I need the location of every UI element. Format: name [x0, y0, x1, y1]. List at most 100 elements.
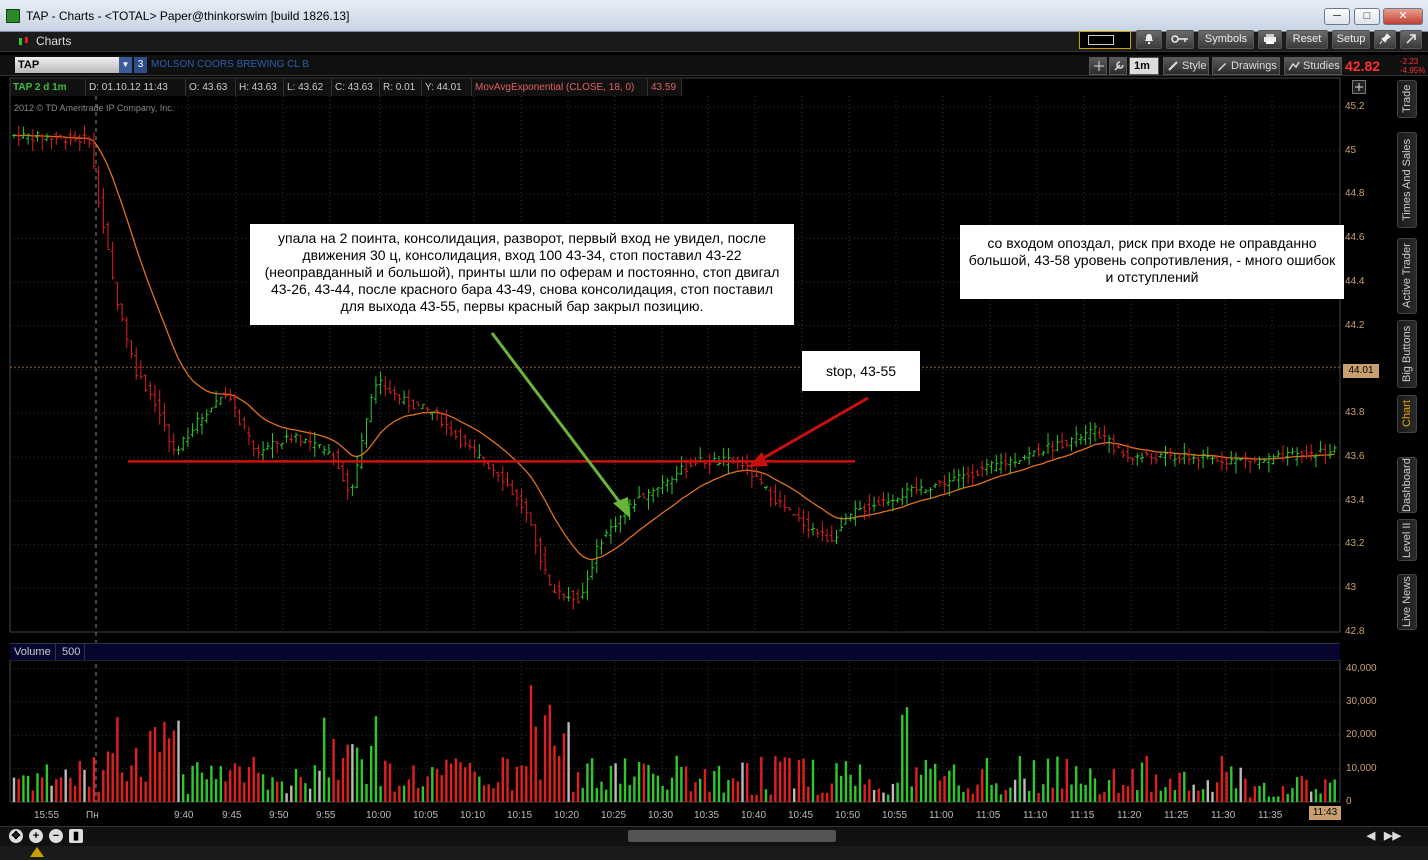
volume-bar: [666, 789, 669, 802]
reset-button[interactable]: Reset: [1286, 30, 1328, 49]
volume-bar: [741, 762, 744, 802]
side-tab-live-news[interactable]: Live News: [1397, 574, 1417, 630]
chart-id-label[interactable]: TAP 2 d 1m: [10, 79, 86, 96]
volume-bar: [830, 783, 833, 802]
volume-bar: [539, 779, 542, 802]
volume-bar: [459, 762, 462, 802]
volume-bar: [1324, 779, 1327, 802]
symbol-input[interactable]: TAP: [15, 57, 119, 73]
time-axis-label: 11:35: [1258, 810, 1283, 821]
volume-bar: [590, 758, 594, 802]
wrench-button[interactable]: [1109, 57, 1127, 75]
volume-bar: [722, 792, 725, 802]
volume-bar: [1230, 766, 1233, 802]
minimize-button[interactable]: ─: [1324, 8, 1350, 25]
drawings-menu[interactable]: Drawings: [1212, 57, 1280, 75]
volume-bar: [135, 747, 138, 802]
close-button[interactable]: ✕: [1383, 8, 1423, 25]
volume-bar: [280, 781, 284, 802]
volume-bar: [1234, 788, 1238, 802]
copyright-text: 2012 © TD Ameritrade IP Company, Inc.: [14, 103, 175, 113]
zoom-in-button[interactable]: +: [29, 829, 43, 843]
volume-bar: [1192, 784, 1195, 802]
drawing-tool-button[interactable]: [1089, 57, 1107, 75]
side-tab-big-buttons[interactable]: Big Buttons: [1397, 320, 1417, 388]
volume-bar: [934, 763, 937, 802]
study-label[interactable]: MovAvgExponential (CLOSE, 18, 0): [472, 79, 648, 96]
volume-bar: [219, 766, 222, 802]
studies-menu[interactable]: Studies: [1284, 57, 1342, 75]
trade-note-right[interactable]: со входом опоздал, риск при входе не опр…: [960, 225, 1344, 299]
volume-bar: [22, 775, 25, 802]
scroll-left-button[interactable]: ◀: [1364, 829, 1378, 843]
price-axis-label: 45: [1345, 144, 1357, 156]
volume-bar: [1258, 785, 1261, 802]
company-name: MOLSON COORS BREWING CL B: [151, 59, 309, 70]
price-chart[interactable]: [0, 0, 1428, 860]
volume-bar: [929, 768, 932, 802]
scroll-right-button[interactable]: ▶▶: [1384, 829, 1401, 843]
volume-bar: [412, 765, 415, 802]
pin-button[interactable]: [1374, 30, 1396, 49]
pan-button[interactable]: ✥: [9, 829, 23, 843]
volume-bar: [177, 720, 180, 802]
print-button[interactable]: [1258, 30, 1282, 49]
key-button[interactable]: [1166, 30, 1194, 49]
volume-bar: [402, 785, 406, 802]
side-tab-times-and-sales[interactable]: Times And Sales: [1397, 132, 1417, 228]
stop-note[interactable]: stop, 43-55: [802, 351, 920, 391]
timeframe-selector[interactable]: 1m: [1129, 57, 1159, 75]
volume-bar: [981, 769, 984, 802]
volume-bar: [1295, 777, 1299, 802]
pencil-icon: [1218, 63, 1226, 71]
volume-bar: [525, 766, 528, 802]
zoom-out-icon: −: [52, 830, 60, 842]
setup-button[interactable]: Setup: [1332, 30, 1370, 49]
volume-bar: [605, 789, 608, 802]
side-tab-trade[interactable]: Trade: [1397, 80, 1417, 118]
volume-bar: [919, 774, 923, 802]
volume-bar: [910, 786, 913, 802]
collapse-icon: [30, 847, 44, 857]
time-axis-label: 10:05: [413, 810, 439, 821]
volume-bar: [769, 794, 772, 802]
zoom-fit-button[interactable]: ▮: [69, 829, 83, 843]
volume-bar: [1216, 782, 1219, 802]
link-group-badge[interactable]: 3: [134, 57, 147, 73]
chart-settings-button[interactable]: [1352, 80, 1366, 94]
symbol-dropdown-button[interactable]: ▼: [119, 57, 132, 73]
volume-bar: [1070, 784, 1073, 802]
volume-bar: [783, 757, 786, 802]
time-scrollbar[interactable]: [628, 830, 836, 842]
volume-bar: [238, 766, 241, 802]
volume-bar: [1248, 797, 1252, 802]
volume-bar: [1136, 790, 1139, 802]
trade-note-main[interactable]: упала на 2 поинта, консолидация, разворо…: [250, 224, 794, 325]
zoom-out-button[interactable]: −: [49, 829, 63, 843]
volume-bar: [1056, 756, 1059, 802]
volume-bar: [482, 785, 486, 802]
side-tab-level-ii[interactable]: Level II: [1397, 519, 1417, 561]
symbols-button[interactable]: Symbols: [1198, 30, 1254, 49]
side-tab-dashboard[interactable]: Dashboard: [1397, 457, 1417, 513]
volume-bar: [506, 758, 509, 802]
side-tab-chart[interactable]: Chart: [1397, 395, 1417, 433]
volume-axis-label: 40,000: [1346, 662, 1377, 674]
style-menu[interactable]: Style: [1163, 57, 1209, 75]
alert-bell-button[interactable]: [1136, 30, 1162, 49]
side-tab-active-trader[interactable]: Active Trader: [1397, 238, 1417, 314]
volume-bar: [877, 788, 880, 802]
fast-forward-icon: ▶▶: [1384, 830, 1401, 842]
volume-bar: [1173, 790, 1177, 802]
volume-bar: [652, 773, 655, 802]
volume-bar: [501, 757, 504, 802]
volume-label[interactable]: Volume: [10, 644, 56, 660]
volume-bar: [130, 765, 133, 802]
volume-bar: [821, 792, 824, 802]
price-axis-label: 42.8: [1345, 626, 1365, 637]
link-color-selector[interactable]: [1079, 31, 1131, 49]
detach-button[interactable]: [1400, 30, 1422, 49]
maximize-button[interactable]: □: [1354, 8, 1380, 25]
bell-icon: [1145, 34, 1153, 45]
charts-tab[interactable]: Charts: [14, 33, 77, 50]
